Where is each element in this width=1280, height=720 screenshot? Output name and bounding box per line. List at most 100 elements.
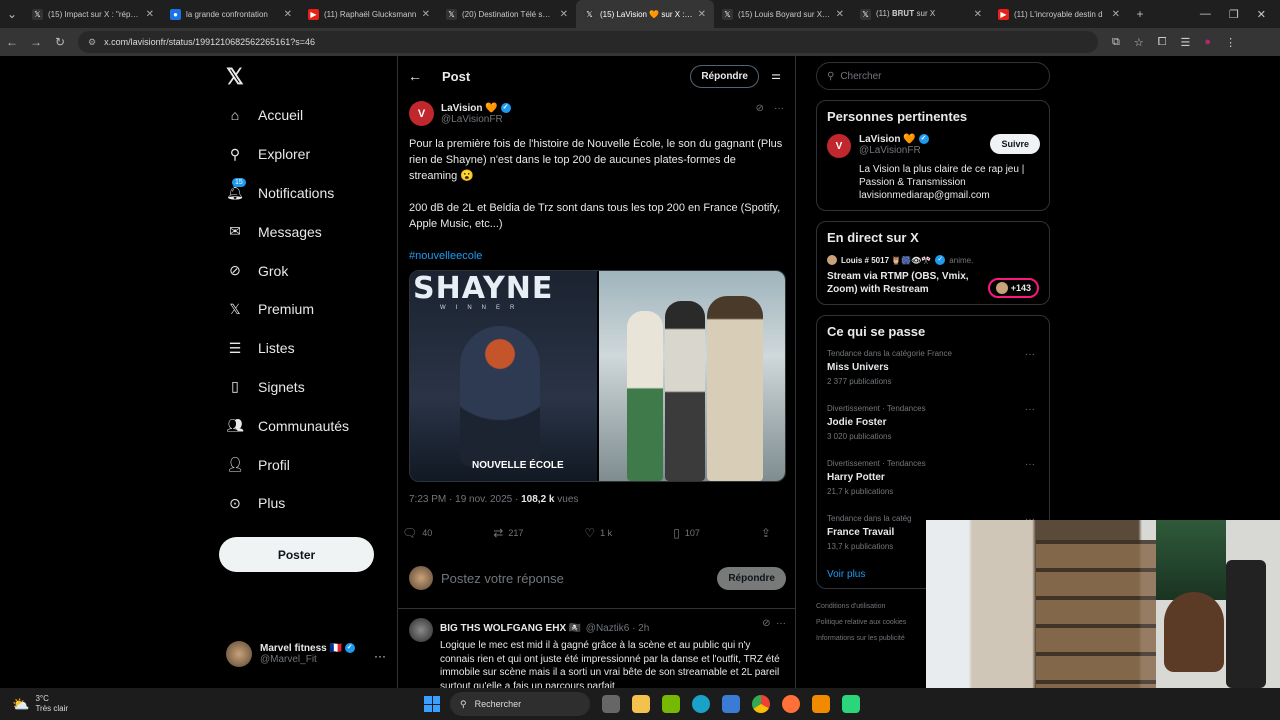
sidebar-item-signets[interactable]: ▯ Signets: [226, 368, 349, 407]
sidebar-item-profil[interactable]: 👤︎ Profil: [226, 445, 349, 484]
tweet-image-2[interactable]: [599, 271, 785, 481]
tweet-media[interactable]: SHAYNE WINNER NOUVELLE ÉCOLE: [409, 270, 786, 482]
app-icon[interactable]: [842, 695, 860, 713]
avatar[interactable]: V: [409, 101, 434, 126]
reply-author-name[interactable]: BIG THS WOLFGANG EHX 🏴‍☠️: [440, 623, 581, 634]
browser-tab[interactable]: 𝕏 (15) LaVision 🧡 sur X : "P ✕: [576, 0, 714, 28]
task-view-icon[interactable]: [602, 695, 620, 713]
back-arrow-icon[interactable]: ←: [408, 68, 422, 84]
vlc-icon[interactable]: [812, 695, 830, 713]
person-handle[interactable]: @LaVisionFR: [859, 145, 929, 156]
tab-favicon-icon: 𝕏: [32, 8, 43, 20]
grok-icon[interactable]: ⊘: [756, 103, 764, 114]
browser-tab[interactable]: 𝕏 (20) Destination Télé sur X ✕: [438, 0, 576, 28]
url-field[interactable]: ⚙ x.com/lavisionfr/status/19912106825622…: [78, 31, 1098, 53]
post-button[interactable]: Poster: [219, 537, 374, 572]
avatar[interactable]: [409, 618, 433, 642]
edge-icon[interactable]: [692, 695, 710, 713]
tab-close-icon[interactable]: ✕: [1112, 9, 1120, 20]
reply-author-handle[interactable]: @Naztik6 · 2h: [586, 623, 650, 634]
more-icon[interactable]: ···: [1025, 349, 1035, 360]
close-window-icon[interactable]: ✕: [1257, 8, 1266, 21]
more-icon[interactable]: ⊘ ···: [762, 618, 786, 629]
sidebar-item-notifications[interactable]: 🔔︎ 15 Notifications: [226, 174, 349, 213]
forward-icon[interactable]: →: [24, 30, 48, 54]
person-row[interactable]: V LaVision 🧡 ✓ @LaVisionFR Suivre: [827, 134, 1040, 158]
more-icon[interactable]: ···: [1025, 459, 1035, 470]
bookmark-stat[interactable]: ▯ 107: [673, 526, 700, 540]
profile-icon[interactable]: ●: [1204, 36, 1211, 49]
minimize-icon[interactable]: —: [1200, 8, 1211, 21]
retweet-stat[interactable]: ⇄ 217: [493, 526, 523, 540]
sidebar-item-accueil[interactable]: ⌂ Accueil: [226, 96, 349, 135]
tab-close-icon[interactable]: ✕: [836, 9, 844, 20]
reload-icon[interactable]: ↻: [48, 30, 72, 54]
avatar[interactable]: V: [827, 134, 851, 158]
live-stream-title[interactable]: Stream via RTMP (OBS, Vmix, Zoom) with R…: [827, 270, 977, 296]
x-logo-icon[interactable]: 𝕏: [226, 64, 244, 90]
cast-icon[interactable]: ⧉: [1112, 36, 1120, 49]
reply-tweet[interactable]: BIG THS WOLFGANG EHX 🏴‍☠️ @Naztik6 · 2h …: [409, 618, 786, 688]
weather-widget[interactable]: ⛅ 3°C Très clair: [0, 694, 420, 714]
reading-list-icon[interactable]: ☰: [1181, 36, 1191, 49]
more-icon[interactable]: ···: [374, 649, 386, 663]
browser-tab[interactable]: 𝕏 (11) 𝐁𝐑𝐔𝐓 sur X ✕: [852, 0, 990, 28]
trend-item[interactable]: Divertissement · Tendances Harry Potter …: [827, 459, 1039, 496]
bookmark-star-icon[interactable]: ☆: [1134, 36, 1144, 49]
reply-input[interactable]: Postez votre réponse: [441, 571, 709, 586]
more-icon[interactable]: ···: [1025, 404, 1035, 415]
follow-button[interactable]: Suivre: [990, 134, 1040, 154]
reply-submit-button[interactable]: Répondre: [717, 566, 786, 590]
tab-list-chevron-icon[interactable]: ⌄: [0, 2, 24, 26]
tab-close-icon[interactable]: ✕: [422, 9, 430, 20]
browser-menu-icon[interactable]: ⋮: [1225, 36, 1236, 49]
chrome-icon[interactable]: [752, 695, 770, 713]
tab-close-icon[interactable]: ✕: [146, 9, 154, 20]
tweet-time[interactable]: 7:23 PM · 19 nov. 2025 ·: [409, 494, 521, 505]
browser-tab[interactable]: 𝕏 (15) Louis Boyard sur X : " ✕: [714, 0, 852, 28]
taskbar-search[interactable]: ⚲ Rechercher: [450, 692, 590, 716]
sidebar-item-communautés[interactable]: 👥︎ Communautés: [226, 406, 349, 445]
tab-close-icon[interactable]: ✕: [698, 9, 706, 20]
sidebar-item-grok[interactable]: ⊘ Grok: [226, 251, 349, 290]
browser-tab[interactable]: ▶ (11) Raphaël Glucksmann ✕: [300, 0, 438, 28]
hashtag-link[interactable]: #nouvelleecole: [409, 250, 482, 262]
browser-tab[interactable]: ▶ (11) L'incroyable destin d ✕: [990, 0, 1128, 28]
reply-stat[interactable]: 🗨︎ 40: [402, 526, 432, 540]
browser-tab[interactable]: ● la grande confrontation ✕: [162, 0, 300, 28]
maximize-icon[interactable]: ❐: [1229, 8, 1239, 21]
extensions-icon[interactable]: ⧠: [1158, 36, 1167, 49]
firefox-icon[interactable]: [782, 695, 800, 713]
tweet-author-handle[interactable]: @LaVisionFR: [441, 114, 511, 125]
new-tab-button[interactable]: +: [1128, 2, 1152, 26]
sidebar-item-explorer[interactable]: ⚲ Explorer: [226, 135, 349, 174]
sidebar-item-listes[interactable]: ☰ Listes: [226, 329, 349, 368]
tweet-image-1[interactable]: SHAYNE WINNER NOUVELLE ÉCOLE: [410, 271, 597, 481]
store-icon[interactable]: [722, 695, 740, 713]
back-icon[interactable]: ←: [0, 30, 24, 54]
tweet-author-name[interactable]: LaVision 🧡 ✓: [441, 103, 511, 114]
like-stat[interactable]: ♡ 1 k: [584, 526, 612, 540]
nvidia-icon[interactable]: [662, 695, 680, 713]
site-info-icon[interactable]: ⚙: [88, 37, 96, 48]
share-button[interactable]: ⇪: [761, 526, 771, 540]
search-input[interactable]: ⚲ Chercher: [816, 62, 1050, 90]
trend-item[interactable]: Divertissement · Tendances Jodie Foster …: [827, 404, 1039, 441]
file-explorer-icon[interactable]: [632, 695, 650, 713]
sidebar-item-premium[interactable]: 𝕏 Premium: [226, 290, 349, 329]
trend-item[interactable]: Tendance dans la catégorie France Miss U…: [827, 349, 1039, 386]
tab-close-icon[interactable]: ✕: [284, 9, 292, 20]
tab-close-icon[interactable]: ✕: [560, 9, 568, 20]
browser-tab-bar: ⌄ 𝕏 (15) Impact sur X : "réps F ✕ ● la gr…: [0, 0, 1280, 28]
reply-top-button[interactable]: Répondre: [690, 65, 759, 88]
live-card[interactable]: En direct sur X Louis # 5017 🦉🎆👁🎌 ✓ anim…: [816, 221, 1050, 305]
sidebar-item-messages[interactable]: ✉ Messages: [226, 212, 349, 251]
account-switcher[interactable]: Marvel fitness 🇫🇷 ✓ @Marvel_Fit ···: [226, 641, 386, 667]
more-icon[interactable]: ···: [774, 103, 784, 114]
filter-icon[interactable]: ⚌: [771, 69, 781, 82]
browser-tab[interactable]: 𝕏 (15) Impact sur X : "réps F ✕: [24, 0, 162, 28]
person-name[interactable]: LaVision 🧡 ✓: [859, 134, 929, 145]
sidebar-item-plus[interactable]: ⊙ Plus: [226, 484, 349, 523]
tab-close-icon[interactable]: ✕: [974, 9, 982, 20]
start-icon[interactable]: [424, 696, 440, 712]
